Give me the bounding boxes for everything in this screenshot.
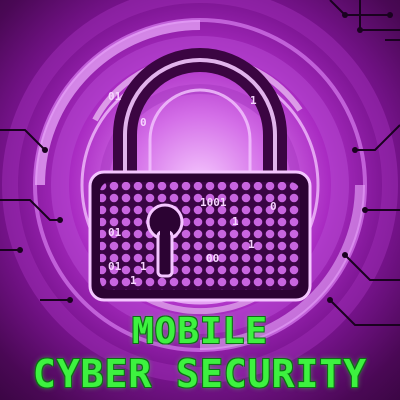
lock-digit: 01 (108, 260, 122, 273)
lock-digit: 0 (140, 116, 147, 129)
lock-digit: 1 (250, 94, 257, 107)
padlock-icon (88, 48, 312, 302)
cyber-security-graphic: 01 1 0 1001 1 01 1 0 00 01 1 1 MOBILE CY… (0, 0, 400, 400)
lock-digit: 01 (108, 226, 122, 239)
lock-digit: 1 (140, 260, 147, 273)
lock-digit: 1001 (200, 196, 227, 209)
headline-line-2: CYBER SECURITY (32, 352, 368, 396)
lock-digit: 00 (206, 252, 219, 265)
lock-digit: 01 (108, 90, 122, 103)
lock-digit: 1 (248, 238, 255, 251)
lock-digit: 1 (232, 215, 239, 228)
lock-digit: 1 (130, 274, 137, 287)
headline-line-1: MOBILE (131, 311, 269, 352)
lock-digit: 0 (270, 200, 277, 213)
